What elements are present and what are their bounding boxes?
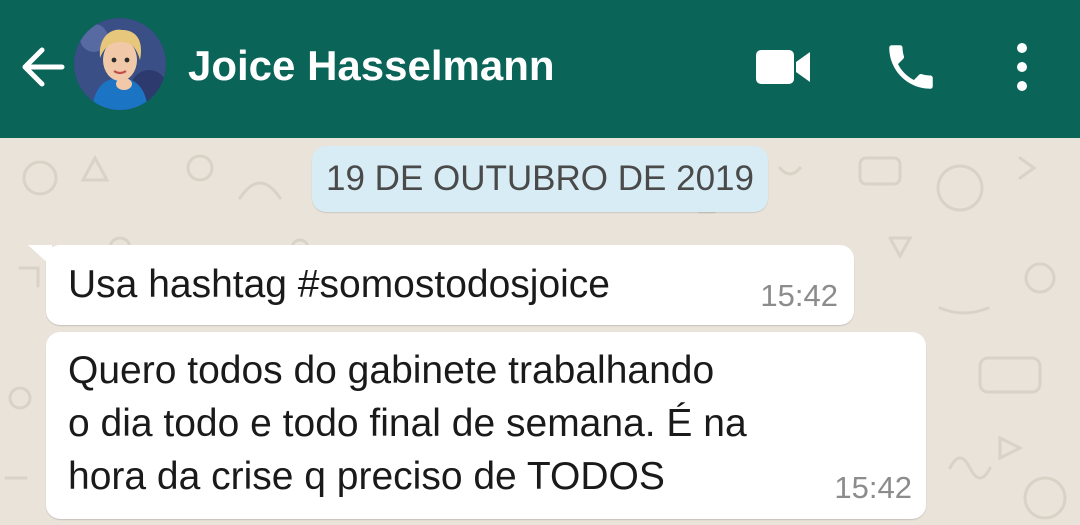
message-text: Quero todos do gabinete trabalhando o di… — [68, 349, 747, 498]
message-text: Usa hashtag #somostodosjoice — [68, 263, 610, 306]
arrow-left-icon — [22, 47, 65, 87]
date-separator: 19 DE OUTUBRO DE 2019 — [312, 146, 768, 212]
more-options-button[interactable] — [1004, 40, 1040, 94]
video-call-button[interactable] — [752, 44, 814, 90]
chat-header: Joice Hasselmann — [0, 0, 1080, 138]
more-vertical-icon — [1017, 43, 1027, 91]
chat-area[interactable]: 19 DE OUTUBRO DE 2019 Usa hashtag #somos… — [0, 138, 1080, 525]
message-bubble[interactable]: Usa hashtag #somostodosjoice 15:42 — [46, 245, 854, 325]
contact-name[interactable]: Joice Hasselmann — [188, 36, 555, 96]
message-time: 15:42 — [834, 470, 912, 505]
back-button[interactable] — [18, 42, 68, 92]
video-camera-icon — [756, 50, 810, 84]
voice-call-button[interactable] — [882, 38, 940, 96]
contact-avatar[interactable] — [74, 18, 166, 110]
phone-icon — [889, 45, 933, 89]
avatar-image — [74, 18, 166, 110]
message-bubble[interactable]: Quero todos do gabinete trabalhando o di… — [46, 332, 926, 519]
message-time: 15:42 — [760, 278, 838, 313]
